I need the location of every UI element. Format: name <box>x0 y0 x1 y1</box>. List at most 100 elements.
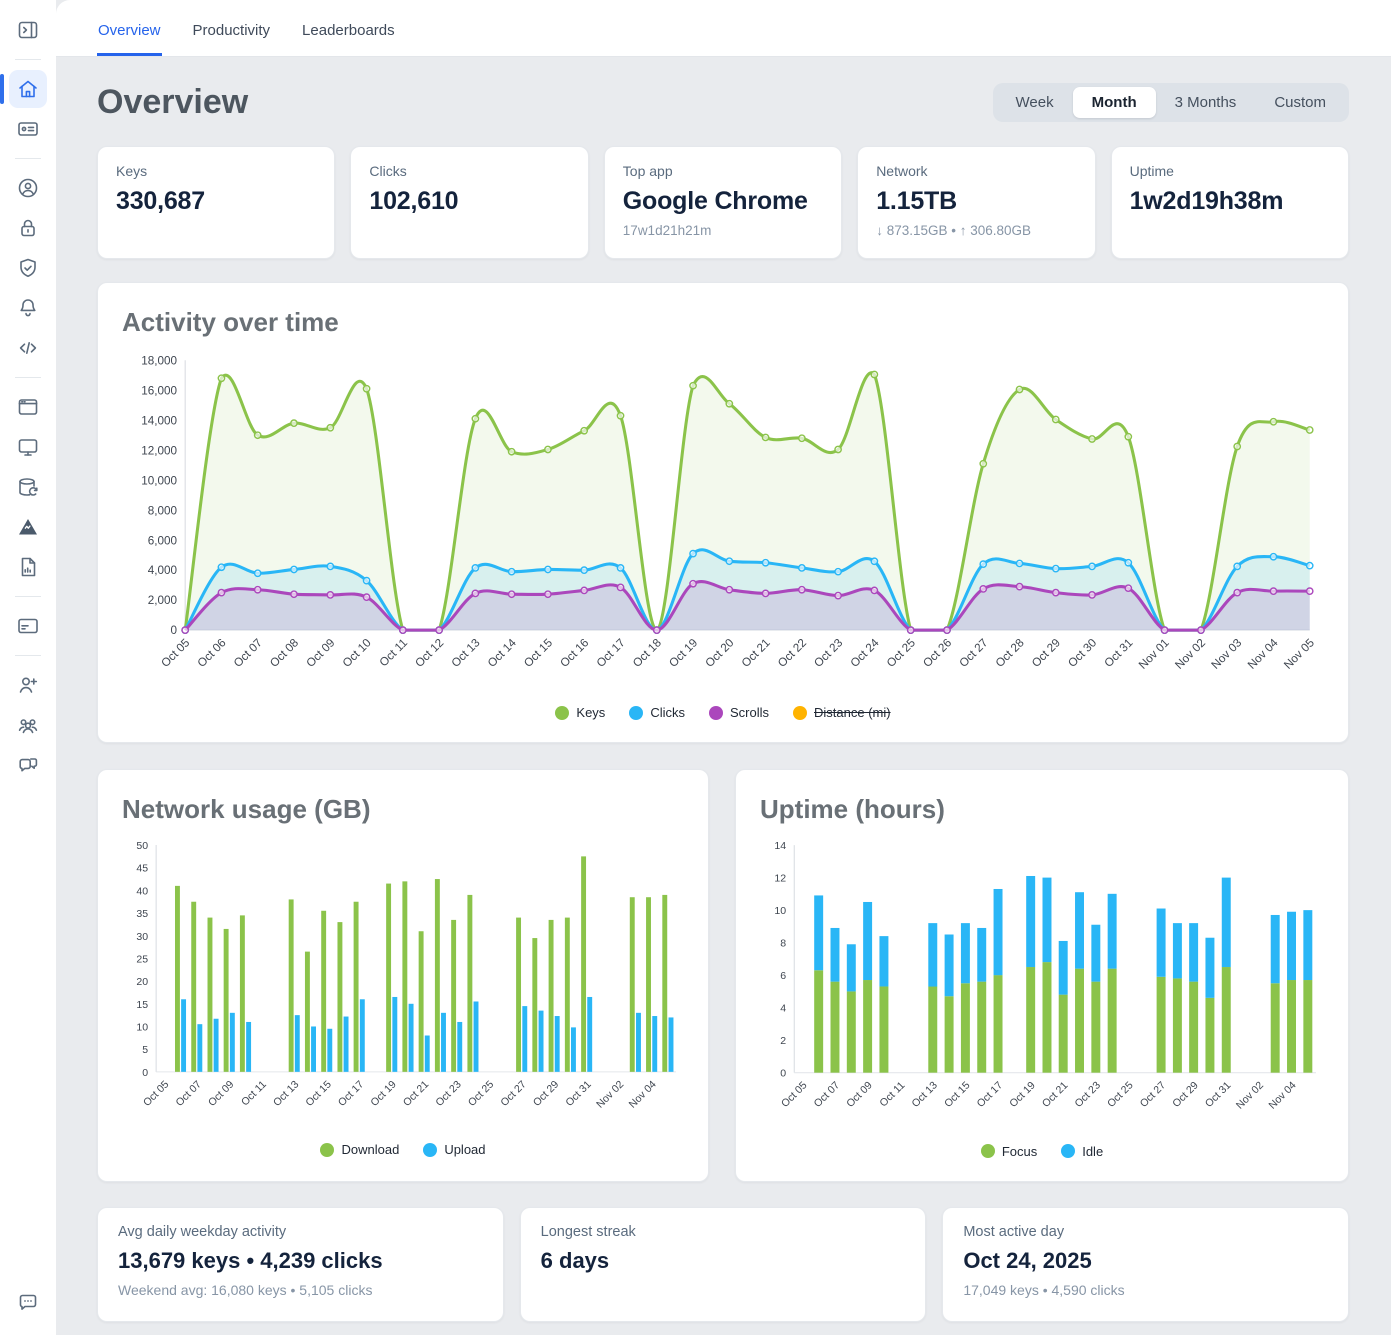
content: Overview Week Month 3 Months Custom Keys… <box>56 57 1391 1335</box>
stat-value: 1w2d19h38m <box>1130 187 1330 216</box>
svg-text:Nov 03: Nov 03 <box>1209 636 1244 671</box>
sidebar-divider <box>15 59 41 60</box>
time-range-week-button[interactable]: Week <box>997 87 1073 118</box>
time-range-month-button[interactable]: Month <box>1073 87 1156 118</box>
sidebar-item-home[interactable] <box>9 70 47 108</box>
sidebar-item-account[interactable] <box>9 169 47 207</box>
svg-text:Oct 07: Oct 07 <box>173 1079 203 1109</box>
sidebar-item-feedback[interactable] <box>9 1284 47 1322</box>
svg-text:2,000: 2,000 <box>148 594 178 607</box>
legend-item-scrolls[interactable]: Scrolls <box>709 705 769 720</box>
sidebar-item-computers[interactable] <box>9 428 47 466</box>
sidebar-toggle-button[interactable] <box>9 11 47 49</box>
stat-value: 102,610 <box>369 187 569 216</box>
svg-text:Oct 15: Oct 15 <box>522 636 556 670</box>
report-document-icon <box>16 555 40 579</box>
shield-check-icon <box>16 256 40 280</box>
sidebar-item-reports[interactable] <box>9 548 47 586</box>
summary-value: 13,679 keys • 4,239 clicks <box>118 1248 483 1274</box>
uptime-chart: 02468101214Oct 05Oct 07Oct 09Oct 11Oct 1… <box>760 835 1324 1137</box>
time-range-3months-button[interactable]: 3 Months <box>1156 87 1256 118</box>
svg-text:Nov 04: Nov 04 <box>1245 636 1281 672</box>
stat-value: Google Chrome <box>623 187 823 216</box>
svg-text:0: 0 <box>142 1067 148 1079</box>
time-range-custom-button[interactable]: Custom <box>1255 87 1345 118</box>
sidebar <box>0 0 56 1335</box>
legend-item-distance[interactable]: Distance (mi) <box>793 705 891 720</box>
sidebar-item-security[interactable] <box>9 249 47 287</box>
sidebar-item-applications[interactable] <box>9 388 47 426</box>
sidebar-item-milestones[interactable] <box>9 508 47 546</box>
summary-label: Avg daily weekday activity <box>118 1224 483 1240</box>
sidebar-item-history[interactable] <box>9 468 47 506</box>
svg-text:Oct 29: Oct 29 <box>1170 1080 1201 1111</box>
svg-text:35: 35 <box>136 909 148 921</box>
sidebar-item-community[interactable] <box>9 746 47 784</box>
svg-text:6,000: 6,000 <box>148 534 178 547</box>
svg-text:Oct 21: Oct 21 <box>1040 1080 1071 1111</box>
svg-text:40: 40 <box>136 886 148 898</box>
summary-label: Most active day <box>963 1224 1328 1240</box>
user-plus-icon <box>16 673 40 697</box>
svg-text:4: 4 <box>780 1003 786 1015</box>
svg-text:Oct 17: Oct 17 <box>975 1080 1006 1111</box>
tab-leaderboards[interactable]: Leaderboards <box>301 22 396 56</box>
svg-text:12,000: 12,000 <box>141 444 177 457</box>
tab-overview[interactable]: Overview <box>97 22 162 56</box>
network-chart: 05101520253035404550Oct 05Oct 07Oct 09Oc… <box>122 835 684 1136</box>
svg-text:Oct 23: Oct 23 <box>1073 1080 1104 1111</box>
sidebar-item-profile-card[interactable] <box>9 110 47 148</box>
svg-text:Oct 27: Oct 27 <box>498 1079 528 1109</box>
svg-text:Oct 26: Oct 26 <box>921 636 955 670</box>
svg-text:Nov 04: Nov 04 <box>1266 1080 1298 1112</box>
activity-chart-card: Activity over time 02,0004,0006,0008,000… <box>97 282 1349 743</box>
sidebar-item-developer[interactable] <box>9 329 47 367</box>
svg-text:Oct 09: Oct 09 <box>304 636 338 670</box>
topbar: Overview Productivity Leaderboards <box>56 0 1391 57</box>
sidebar-item-privacy[interactable] <box>9 209 47 247</box>
svg-text:5: 5 <box>142 1045 148 1057</box>
longest-streak-card: Longest streak 6 days <box>520 1207 927 1322</box>
summary-value: Oct 24, 2025 <box>963 1248 1328 1274</box>
svg-text:Oct 11: Oct 11 <box>239 1079 269 1109</box>
network-chart-title: Network usage (GB) <box>122 794 684 825</box>
lock-icon <box>16 216 40 240</box>
svg-text:Oct 23: Oct 23 <box>433 1079 463 1109</box>
svg-text:25: 25 <box>136 954 148 966</box>
legend-item-download[interactable]: Download <box>320 1142 399 1157</box>
sidebar-item-invite[interactable] <box>9 666 47 704</box>
legend-item-keys[interactable]: Keys <box>555 705 605 720</box>
svg-text:Oct 20: Oct 20 <box>703 636 737 670</box>
sidebar-item-billing[interactable] <box>9 607 47 645</box>
svg-text:Oct 09: Oct 09 <box>206 1079 236 1109</box>
sidebar-divider <box>15 596 41 597</box>
mountain-icon <box>16 515 40 539</box>
svg-text:Oct 31: Oct 31 <box>563 1079 593 1109</box>
legend-item-upload[interactable]: Upload <box>423 1142 485 1157</box>
svg-text:8: 8 <box>780 938 786 950</box>
svg-text:18,000: 18,000 <box>141 354 177 367</box>
credit-card-icon <box>16 614 40 638</box>
stat-card-top-app: Top app Google Chrome 17w1d21h21m <box>604 146 842 259</box>
legend-item-focus[interactable]: Focus <box>981 1144 1037 1159</box>
svg-text:Oct 09: Oct 09 <box>844 1080 875 1111</box>
stat-card-keys: Keys 330,687 <box>97 146 335 259</box>
legend-item-idle[interactable]: Idle <box>1061 1144 1103 1159</box>
distance-legend-dot <box>793 706 807 720</box>
legend-label: Idle <box>1082 1144 1103 1159</box>
sidebar-divider <box>15 655 41 656</box>
top-tabs: Overview Productivity Leaderboards <box>97 22 396 56</box>
legend-item-clicks[interactable]: Clicks <box>629 705 685 720</box>
svg-text:16,000: 16,000 <box>141 384 177 397</box>
svg-text:Oct 12: Oct 12 <box>413 636 447 670</box>
tab-productivity[interactable]: Productivity <box>192 22 272 56</box>
sidebar-item-notifications[interactable] <box>9 289 47 327</box>
svg-text:Oct 15: Oct 15 <box>303 1079 333 1109</box>
svg-text:Oct 07: Oct 07 <box>231 636 265 670</box>
svg-text:Oct 31: Oct 31 <box>1102 636 1136 670</box>
sidebar-item-teams[interactable] <box>9 706 47 744</box>
svg-text:10: 10 <box>136 1022 148 1034</box>
svg-text:Oct 21: Oct 21 <box>401 1079 431 1109</box>
stat-label: Keys <box>116 163 316 179</box>
svg-text:10,000: 10,000 <box>141 474 177 487</box>
